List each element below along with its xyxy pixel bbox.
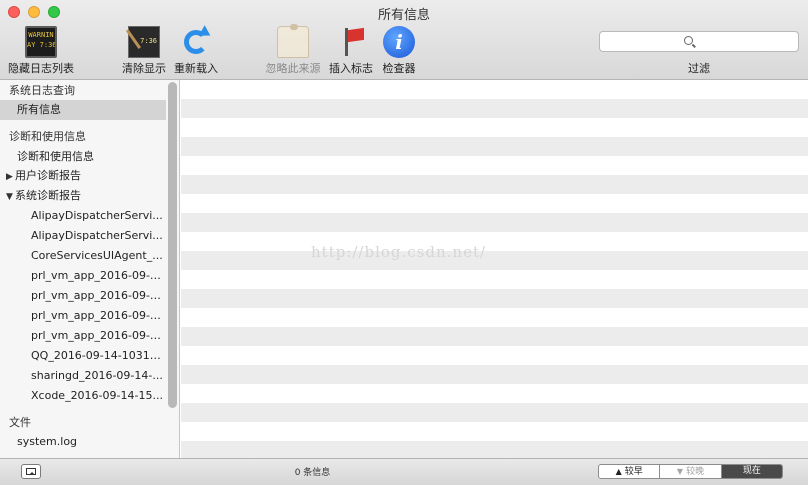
reload-icon [180, 25, 214, 58]
sidebar-scrollbar[interactable] [168, 82, 177, 408]
clear-broom-icon: 7:36 [125, 22, 160, 58]
earlier-button[interactable]: ▲ 较早 [599, 465, 661, 478]
search-field[interactable] [599, 31, 799, 52]
sidebar-item-report[interactable]: QQ_2016-09-14-10310... [0, 346, 166, 366]
clear-display-button[interactable]: 7:36 清除显示 [122, 22, 166, 75]
later-button[interactable]: ▼ 较晚 [660, 465, 722, 478]
sidebar-item-diagnostic-usage[interactable]: 诊断和使用信息 [0, 147, 166, 167]
now-button[interactable]: 现在 [721, 465, 782, 478]
watermark: http://blog.csdn.net/ [311, 243, 487, 261]
log-message-area[interactable]: http://blog.csdn.net/ [181, 80, 808, 458]
sidebar-item-all-messages[interactable]: 所有信息 [0, 100, 166, 120]
disclosure-expanded-icon[interactable]: ▼ [6, 187, 15, 206]
search-input[interactable] [600, 32, 798, 51]
ignore-sender-button[interactable]: 忽略此来源 [266, 24, 321, 75]
log-list-sidebar: 系统日志查询 所有信息 诊断和使用信息 诊断和使用信息 ▶ 用户诊断报告 ▼ 系统诊… [0, 80, 180, 458]
message-count: 0 条信息 [294, 468, 331, 478]
broom-handle [125, 22, 151, 50]
window-title: 所有信息 [377, 8, 430, 23]
later-label: 较晚 [686, 467, 705, 477]
info-icon: i [383, 26, 415, 58]
reload-label: 重新载入 [174, 62, 218, 75]
sidebar-item-report[interactable]: prl_vm_app_2016-09-1... [0, 266, 166, 286]
time-navigation-control: ▲ 较早 ▼ 较晚 现在 [598, 464, 783, 479]
sidebar-group-user-reports[interactable]: ▶ 用户诊断报告 [0, 166, 166, 186]
reload-button[interactable]: 重新载入 [174, 25, 218, 75]
clear-display-label: 清除显示 [122, 62, 166, 75]
sidebar-group-system-reports[interactable]: ▼ 系统诊断报告 [0, 186, 166, 206]
console-warning-icon: WARNIN AY 7:36 [25, 26, 57, 58]
flag-icon [335, 26, 367, 58]
inspector-label: 检查器 [382, 62, 416, 75]
sidebar-item-report[interactable]: sharingd_2016-09-14-... [0, 366, 166, 386]
toolbar: 所有信息 WARNIN AY 7:36 隐藏日志列表 7:36 清除显示 重新载… [0, 0, 808, 80]
sidebar-item-report[interactable]: AlipayDispatcherServi... [0, 226, 166, 246]
section-header-system-log-queries: 系统日志查询 [9, 84, 75, 97]
section-header-diagnostic-usage: 诊断和使用信息 [9, 130, 86, 143]
section-header-files: 文件 [9, 416, 31, 429]
sidebar-group-label: 系统诊断报告 [15, 189, 81, 202]
ignore-sender-icon [277, 24, 309, 58]
ignore-sender-label: 忽略此来源 [265, 62, 321, 75]
down-arrow-icon: ▼ [676, 467, 684, 476]
inspector-button[interactable]: i 检查器 [383, 26, 416, 75]
flag-cloth [348, 27, 364, 43]
sidebar-item-report[interactable]: AlipayDispatcherServi... [0, 206, 166, 226]
hide-log-list-label: 隐藏日志列表 [8, 62, 74, 75]
sidebar-item-report[interactable]: prl_vm_app_2016-09-1... [0, 286, 166, 306]
hide-log-list-button[interactable]: WARNIN AY 7:36 隐藏日志列表 [8, 26, 74, 75]
up-arrow-icon: ▲ [615, 467, 622, 476]
sidebar-group-label: 用户诊断报告 [15, 169, 81, 182]
sidebar-item-report[interactable]: CoreServicesUIAgent_... [0, 246, 166, 266]
earlier-label: 较早 [624, 467, 643, 477]
insert-marker-label: 插入标志 [329, 62, 373, 75]
sidebar-item-report[interactable]: prl_vm_app_2016-09-1... [0, 326, 166, 346]
sidebar-item-report[interactable]: prl_vm_app_2016-09-1... [0, 306, 166, 326]
filter-label: 过滤 [688, 62, 710, 75]
status-bar: 0 条信息 ▲ 较早 ▼ 较晚 现在 [0, 458, 808, 485]
now-label: 现在 [742, 466, 761, 476]
insert-marker-button[interactable]: 插入标志 [329, 26, 373, 75]
sidebar-item-report[interactable]: Xcode_2016-09-14-15... [0, 386, 166, 406]
sidebar-item-system-log[interactable]: system.log [0, 432, 166, 452]
bag-knot [290, 24, 298, 30]
disclosure-collapsed-icon[interactable]: ▶ [6, 167, 15, 186]
